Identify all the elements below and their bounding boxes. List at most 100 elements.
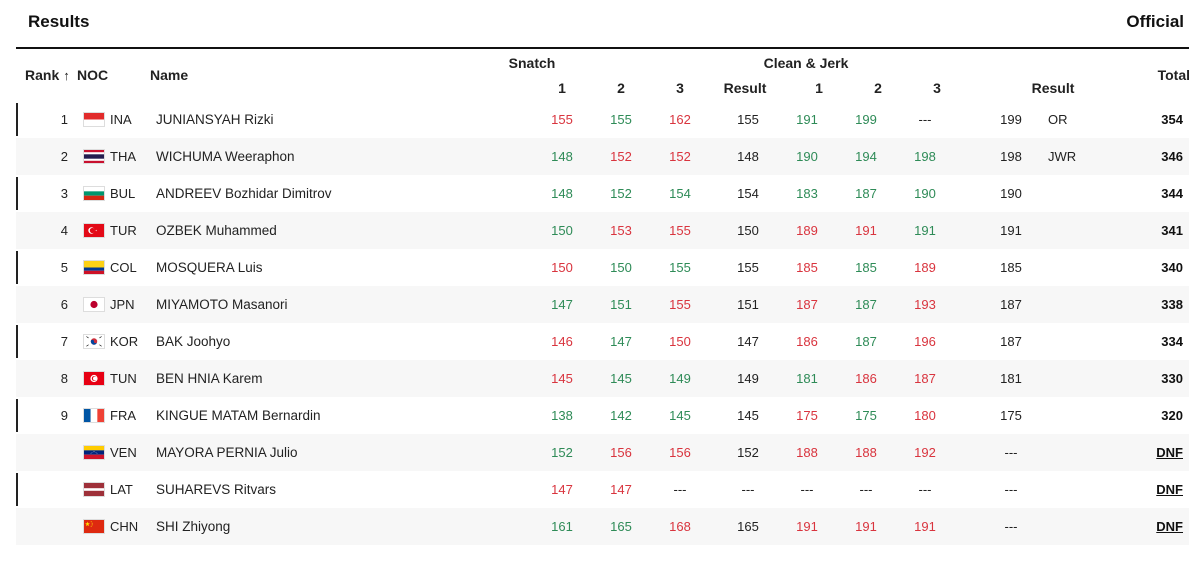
cj-result: 191 (1000, 223, 1022, 238)
table-row[interactable]: 8 TUN BEN HNIA Karem 145 145 149 149 181 186 187 1… (16, 360, 1189, 397)
noc-cell: INA (110, 112, 132, 127)
table-row[interactable]: 1 INA JUNIANSYAH Rizki 155 155 162 155 191 199 --… (16, 101, 1189, 138)
cj-attempt-2-header: 2 (874, 80, 882, 96)
snatch-result: 155 (737, 112, 759, 127)
table-row[interactable]: 2 THA WICHUMA Weeraphon 148 152 152 148 190 194 1… (16, 138, 1189, 175)
cj-attempt-3: 191 (914, 519, 936, 534)
flag-colombia-icon (83, 260, 105, 275)
athlete-name[interactable]: JUNIANSYAH Rizki (156, 101, 274, 138)
snatch-attempt-3-header: 3 (676, 80, 684, 96)
cj-result: 198 (1000, 149, 1022, 164)
table-row[interactable]: CHN SHI Zhiyong 161 165 168 165 191 191 191 --- DN… (16, 508, 1189, 545)
rank-sort-header[interactable]: Rank ↑ (25, 67, 70, 83)
table-row[interactable]: 3 BUL ANDREEV Bozhidar Dimitrov 148 152 154 15… (16, 175, 1189, 212)
snatch-result: 149 (737, 371, 759, 386)
row-accent-bar (16, 473, 18, 506)
cj-attempt-2: 194 (855, 149, 877, 164)
cj-attempt-2: 187 (855, 297, 877, 312)
snatch-attempt-1: 161 (551, 519, 573, 534)
cj-attempt-3: --- (918, 112, 932, 127)
record-badge: JWR (1048, 149, 1077, 164)
sort-up-icon: ↑ (63, 68, 70, 83)
page-title: Results (28, 12, 90, 31)
snatch-attempt-2-header: 2 (617, 80, 625, 96)
snatch-attempt-3: 155 (669, 260, 691, 275)
total-cell: 330 (1161, 371, 1183, 386)
flag-bulgaria-icon (83, 186, 105, 201)
cj-attempt-1: 185 (796, 260, 818, 275)
table-row[interactable]: 4 TUR OZBEK Muhammed 150 153 155 150 189 191 191 1… (16, 212, 1189, 249)
flag-thailand-icon (83, 149, 105, 164)
athlete-name[interactable]: SHI Zhiyong (156, 508, 230, 545)
table-row[interactable]: 7 KOR BAK Joohyo 146 147 150 147 186 187 196 187 33… (16, 323, 1189, 360)
athlete-name[interactable]: MIYAMOTO Masanori (156, 286, 288, 323)
cj-result-header: Result (1031, 80, 1075, 96)
rank-cell: 9 (60, 408, 68, 423)
row-accent-bar (16, 177, 18, 210)
clean-jerk-header: Clean & Jerk (763, 55, 849, 71)
cj-attempt-1: 188 (796, 445, 818, 460)
athlete-name[interactable]: ANDREEV Bozhidar Dimitrov (156, 175, 332, 212)
flag-indonesia-icon (83, 112, 105, 127)
cj-attempt-3: 192 (914, 445, 936, 460)
snatch-attempt-1-header: 1 (558, 80, 566, 96)
snatch-attempt-3: 152 (669, 149, 691, 164)
cj-attempt-2: 188 (855, 445, 877, 460)
snatch-attempt-3: 156 (669, 445, 691, 460)
snatch-result: 154 (737, 186, 759, 201)
table-row[interactable]: 9 FRA KINGUE MATAM Bernardin 138 142 145 145 17… (16, 397, 1189, 434)
snatch-attempt-3: 155 (669, 297, 691, 312)
athlete-name[interactable]: BEN HNIA Karem (156, 360, 263, 397)
snatch-result: 148 (737, 149, 759, 164)
snatch-attempt-3: --- (673, 482, 687, 497)
snatch-attempt-1: 147 (551, 482, 573, 497)
total-cell[interactable]: DNF (1156, 434, 1183, 471)
athlete-name[interactable]: MOSQUERA Luis (156, 249, 263, 286)
snatch-result: 151 (737, 297, 759, 312)
rank-cell: 3 (60, 186, 68, 201)
total-cell: 320 (1161, 408, 1183, 423)
snatch-attempt-1: 146 (551, 334, 573, 349)
rank-cell: 4 (60, 223, 68, 238)
cj-attempt-3-header: 3 (933, 80, 941, 96)
athlete-name[interactable]: BAK Joohyo (156, 323, 230, 360)
cj-attempt-3: 190 (914, 186, 936, 201)
cj-attempt-3: 187 (914, 371, 936, 386)
cj-result: 185 (1000, 260, 1022, 275)
snatch-attempt-1: 138 (551, 408, 573, 423)
noc-cell: TUR (110, 223, 137, 238)
cj-attempt-3: 180 (914, 408, 936, 423)
snatch-attempt-2: 152 (610, 186, 632, 201)
name-header: Name (150, 67, 189, 83)
rank-cell: 2 (60, 149, 68, 164)
cj-attempt-2: 191 (855, 519, 877, 534)
athlete-name[interactable]: MAYORA PERNIA Julio (156, 434, 298, 471)
athlete-name[interactable]: WICHUMA Weeraphon (156, 138, 295, 175)
table-row[interactable]: 5 COL MOSQUERA Luis 150 150 155 155 185 185 189 18… (16, 249, 1189, 286)
snatch-attempt-2: 152 (610, 149, 632, 164)
row-accent-bar (16, 325, 18, 358)
cj-result: --- (1004, 519, 1018, 534)
status-label: Official (1126, 12, 1184, 31)
cj-attempt-1: 191 (796, 519, 818, 534)
athlete-name[interactable]: OZBEK Muhammed (156, 212, 277, 249)
table-row[interactable]: LAT SUHAREVS Ritvars 147 147 --- --- --- --- ---… (16, 471, 1189, 508)
cj-attempt-1: 187 (796, 297, 818, 312)
total-cell: 346 (1161, 149, 1183, 164)
cj-attempt-1: 186 (796, 334, 818, 349)
cj-attempt-1: 190 (796, 149, 818, 164)
athlete-name[interactable]: KINGUE MATAM Bernardin (156, 397, 321, 434)
athlete-name[interactable]: SUHAREVS Ritvars (156, 471, 276, 508)
cj-attempt-1-header: 1 (815, 80, 823, 96)
flag-france-icon (83, 408, 105, 423)
snatch-result: 165 (737, 519, 759, 534)
table-row[interactable]: VEN MAYORA PERNIA Julio 152 156 156 152 188 188… (16, 434, 1189, 471)
snatch-attempt-1: 150 (551, 260, 573, 275)
table-row[interactable]: 6 JPN MIYAMOTO Masanori 147 151 155 151 187 187 1… (16, 286, 1189, 323)
total-cell[interactable]: DNF (1156, 508, 1183, 545)
total-cell[interactable]: DNF (1156, 471, 1183, 508)
total-cell: 340 (1161, 260, 1183, 275)
cj-attempt-1: 189 (796, 223, 818, 238)
noc-cell: LAT (110, 482, 133, 497)
flag-korea-icon (83, 334, 105, 349)
